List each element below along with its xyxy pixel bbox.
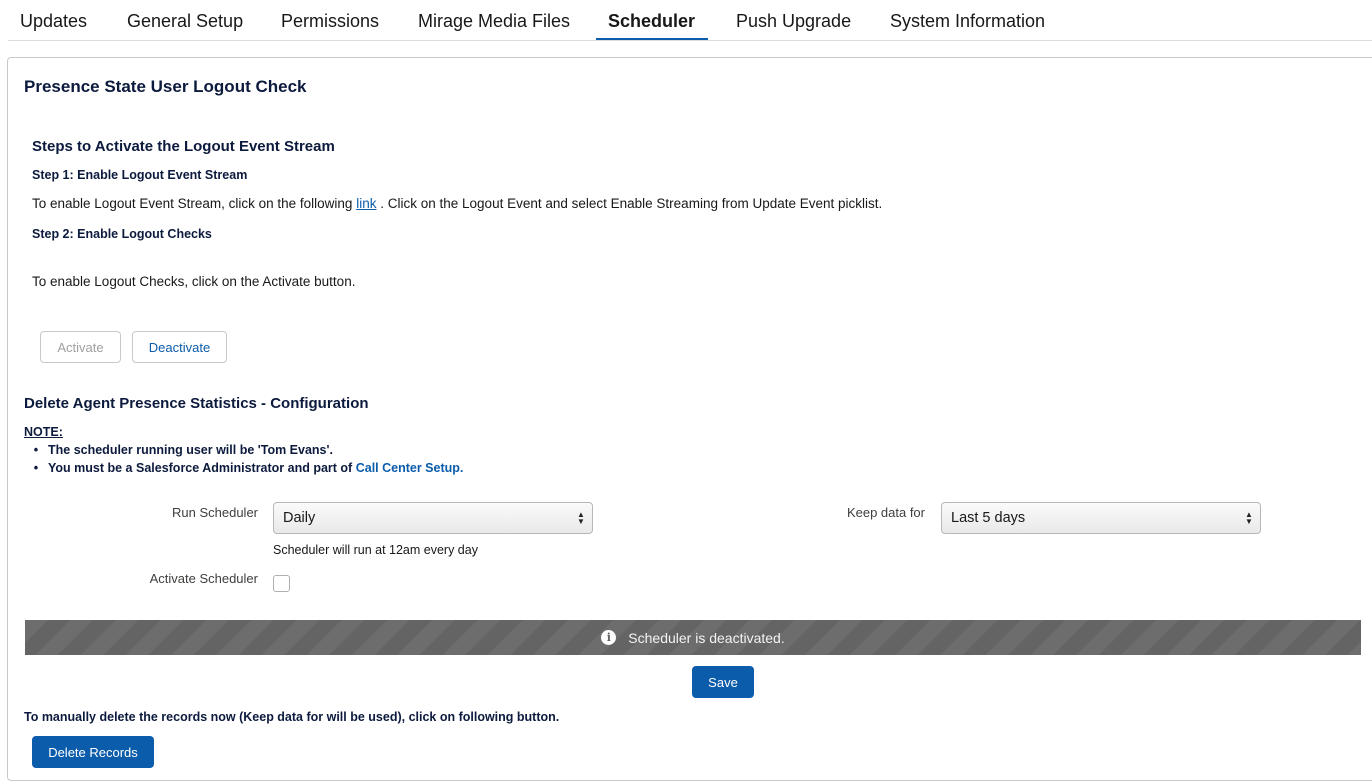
- tab-bar: Updates General Setup Permissions Mirage…: [8, 0, 1372, 41]
- keep-data-value: Last 5 days: [951, 510, 1026, 526]
- activate-scheduler-checkbox[interactable]: [273, 575, 290, 592]
- bullet-icon: •: [33, 461, 39, 475]
- info-icon: i: [601, 630, 617, 645]
- tab-scheduler[interactable]: Scheduler: [608, 0, 695, 41]
- manual-delete-text: To manually delete the records now (Keep…: [24, 710, 560, 724]
- tab-updates[interactable]: Updates: [20, 0, 87, 41]
- keep-data-label: Keep data for: [846, 505, 925, 520]
- select-arrows-icon: ▲ ▼: [577, 510, 585, 526]
- tab-push-upgrade[interactable]: Push Upgrade: [736, 0, 851, 41]
- activate-scheduler-label: Activate Scheduler: [149, 571, 258, 586]
- note-item2-text: You must be a Salesforce Administrator a…: [48, 461, 353, 475]
- scheduler-status-bar: i Scheduler is deactivated.: [25, 620, 1361, 655]
- tab-system-information[interactable]: System Information: [890, 0, 1045, 41]
- note-label: NOTE:: [24, 425, 63, 439]
- active-tab-indicator: [596, 38, 708, 40]
- run-scheduler-select[interactable]: Daily ▲ ▼: [273, 502, 593, 534]
- note-item1-text: The scheduler running user will be 'Tom …: [48, 443, 333, 457]
- note-item-running-user: • The scheduler running user will be 'Tom…: [24, 443, 333, 457]
- bullet-icon: •: [33, 443, 39, 457]
- select-arrows-icon: ▲ ▼: [1245, 510, 1253, 526]
- keep-data-select[interactable]: Last 5 days ▲ ▼: [941, 502, 1261, 534]
- run-scheduler-label: Run Scheduler: [172, 505, 258, 520]
- tab-mirage-media-files[interactable]: Mirage Media Files: [418, 0, 570, 41]
- delete-config-title: Delete Agent Presence Statistics - Confi…: [24, 395, 369, 412]
- note-item-admin: • You must be a Salesforce Administrator …: [24, 461, 464, 475]
- activate-button[interactable]: Activate: [40, 331, 121, 363]
- step1-text-after: . Click on the Logout Event and select E…: [380, 196, 883, 211]
- scheduler-card: Presence State User Logout Check Steps t…: [7, 57, 1372, 781]
- delete-records-button[interactable]: Delete Records: [32, 736, 154, 768]
- step1-instructions: To enable Logout Event Stream, click on …: [32, 196, 882, 211]
- call-center-setup-link[interactable]: Call Center Setup.: [356, 461, 464, 475]
- tab-permissions[interactable]: Permissions: [281, 0, 379, 41]
- step1-text-before: To enable Logout Event Stream, click on …: [32, 196, 353, 211]
- deactivate-button[interactable]: Deactivate: [132, 331, 227, 363]
- logout-check-title: Presence State User Logout Check: [24, 77, 307, 96]
- step2-title: Step 2: Enable Logout Checks: [32, 227, 212, 241]
- run-scheduler-value: Daily: [283, 510, 316, 526]
- status-message: Scheduler is deactivated.: [628, 629, 785, 646]
- step2-instructions: To enable Logout Checks, click on the Ac…: [32, 274, 356, 289]
- logout-event-link[interactable]: link: [356, 196, 376, 211]
- save-button[interactable]: Save: [692, 666, 754, 698]
- tab-general-setup[interactable]: General Setup: [127, 0, 243, 41]
- run-scheduler-help: Scheduler will run at 12am every day: [273, 543, 478, 557]
- steps-heading: Steps to Activate the Logout Event Strea…: [32, 138, 335, 155]
- step1-title: Step 1: Enable Logout Event Stream: [32, 168, 248, 182]
